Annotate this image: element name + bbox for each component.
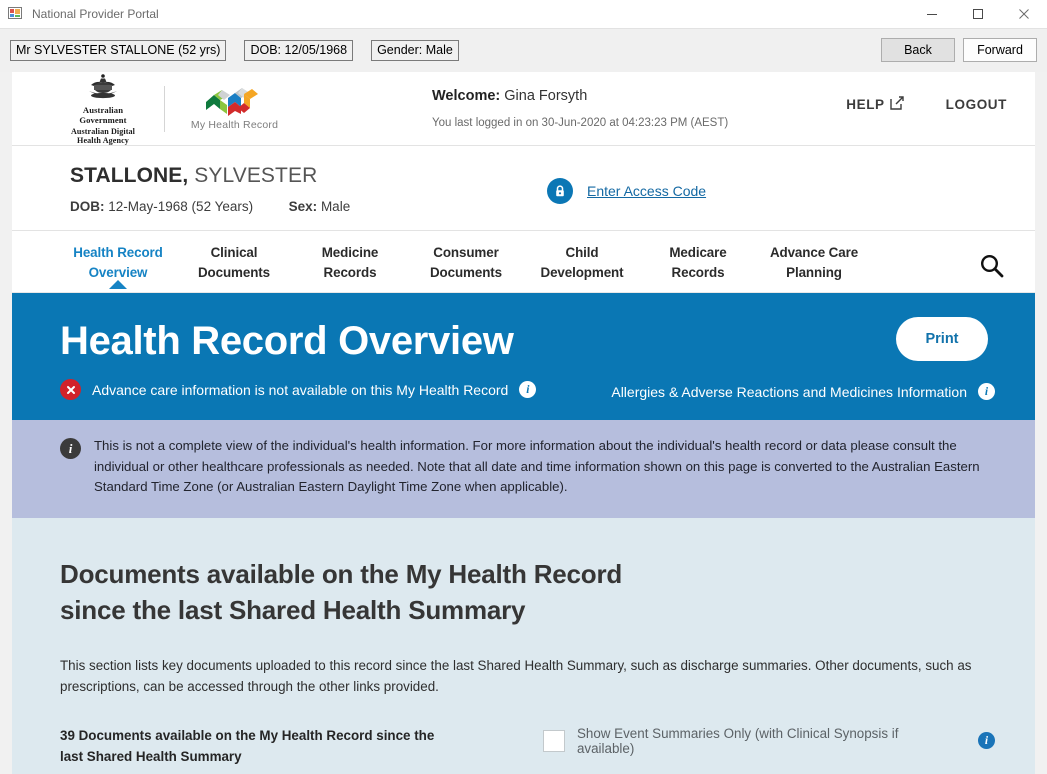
host-nav-buttons: Back Forward [881,38,1037,62]
back-button[interactable]: Back [881,38,955,62]
nav-tab-line1: Child [565,245,599,260]
logout-label: LOGOUT [945,97,1007,112]
minimize-icon[interactable] [909,0,955,28]
patient-sex-label: Sex: [288,199,318,214]
nav-tab-medicine-records[interactable]: Medicine Records [292,231,408,283]
disclaimer-banner: i This is not a complete view of the ind… [12,420,1035,518]
my-health-record-mark-icon [205,88,258,116]
info-icon[interactable]: i [519,381,537,398]
nav-tab-line2: Planning [786,265,842,280]
section-heading-line1: Documents available on the My Health Rec… [60,558,623,589]
forward-button[interactable]: Forward [963,38,1037,62]
main-content: Documents available on the My Health Rec… [12,517,1035,774]
my-health-record-wordmark: My Health Record [190,119,279,131]
nav-tab-line2: Documents [197,265,271,280]
disclaimer-text: This is not a complete view of the indiv… [94,438,980,494]
section-heading-line2: since the last Shared Health Summary [60,594,526,625]
external-link-icon [889,96,904,113]
nav-tab-consumer-documents[interactable]: Consumer Documents [408,231,524,283]
page-title: Health Record Overview [60,319,514,363]
documents-count-line1: 39 Documents available on the My Health … [60,727,435,743]
nav-tab-line2: Records [671,265,725,280]
help-link[interactable]: HELP [846,96,904,113]
page-hero-banner: Health Record Overview Advance care info… [12,293,1035,420]
main-navigation: Health Record Overview Clinical Document… [12,231,1035,293]
window-titlebar: National Provider Portal [0,0,1047,28]
error-cross-icon [60,379,81,400]
nav-tab-line1: Health Record [73,245,163,260]
window-title: National Provider Portal [32,7,159,21]
header-divider [164,85,165,132]
allergies-medicines-text: Allergies & Adverse Reactions and Medici… [611,383,967,400]
patient-family-name: STALLONE, [70,164,189,187]
welcome-line: Welcome: Gina Forsyth [432,88,728,104]
logout-link[interactable]: LOGOUT [946,97,1007,112]
allergies-medicines-note: Allergies & Adverse Reactions and Medici… [611,383,995,400]
show-event-summaries-checkbox[interactable] [542,729,565,752]
section-heading: Documents available on the My Health Rec… [60,556,995,628]
search-icon[interactable] [979,253,1005,284]
documents-count-line2: last Shared Health Summary [60,748,242,764]
access-code-group: Enter Access Code [547,178,706,204]
documents-count-text: 39 Documents available on the My Health … [60,725,483,767]
section-intro-text: This section lists key documents uploade… [60,657,972,694]
nav-tab-advance-care-planning[interactable]: Advance Care Planning [756,231,872,283]
crest-line-2: Australian Digital Health Agency [70,126,136,145]
patient-dob-label: DOB: [70,199,105,214]
nav-tab-child-development[interactable]: Child Development [524,231,640,283]
nav-tab-line2: Records [323,265,377,280]
patient-name: STALLONE, SYLVESTER [70,164,1009,188]
patient-meta: DOB: 12-May-1968 (52 Years) Sex: Male [70,199,1009,214]
nav-tab-line2: Documents [429,265,503,280]
browser-viewport: Australian Government Australian Digital… [0,72,1047,774]
documents-summary-row: 39 Documents available on the My Health … [60,725,995,767]
welcome-label: Welcome: [432,88,501,104]
nav-tab-line2: Development [540,265,624,280]
enter-access-code-link[interactable]: Enter Access Code [587,183,706,199]
info-icon[interactable]: i [978,383,995,400]
info-icon: i [60,438,81,459]
close-icon[interactable] [1001,0,1047,28]
host-toolbar: Mr SYLVESTER STALLONE (52 yrs) DOB: 12/0… [0,28,1047,72]
patient-dob-value: 12-May-1968 (52 Years) [108,199,254,214]
help-label: HELP [846,97,885,112]
maximize-icon[interactable] [955,0,1001,28]
patient-given-name: SYLVESTER [194,164,318,187]
nav-tab-line1: Consumer [433,245,499,260]
australian-government-crest: Australian Government Australian Digital… [60,73,146,145]
coat-of-arms-icon [89,73,117,98]
show-event-summaries-label: Show Event Summaries Only (with Clinical… [576,725,899,756]
info-icon[interactable]: i [978,732,995,749]
advance-care-alert-text: Advance care information is not availabl… [92,381,509,398]
active-tab-caret-icon [109,280,127,289]
patient-identity-band: STALLONE, SYLVESTER DOB: 12-May-1968 (52… [12,146,1035,231]
my-health-record-logo: My Health Record [187,86,282,131]
app-window-icon [8,6,24,22]
nav-tab-line1: Clinical [210,245,258,260]
window-controls [909,0,1047,28]
header-links: HELP LOGOUT [846,96,1007,113]
page-body: Australian Government Australian Digital… [12,72,1035,774]
patient-name-field[interactable]: Mr SYLVESTER STALLONE (52 yrs) [10,40,227,61]
patient-dob-field[interactable]: DOB: 12/05/1968 [244,40,354,61]
nav-tab-line1: Advance Care [769,245,859,260]
print-button[interactable]: Print [896,317,988,361]
nav-tab-line1: Medicine [321,245,379,260]
welcome-user-name: Gina Forsyth [504,88,588,104]
last-login-text: You last logged in on 30-Jun-2020 at 04:… [432,117,729,129]
event-summaries-filter: Show Event Summaries Only (with Clinical… [542,725,995,756]
nav-tab-clinical-documents[interactable]: Clinical Documents [176,231,292,283]
nav-tab-medicare-records[interactable]: Medicare Records [640,231,756,283]
nav-tab-health-record-overview[interactable]: Health Record Overview [60,231,176,289]
crest-line-1: Australian Government [79,104,127,125]
nav-tab-line1: Medicare [669,245,727,260]
patient-sex-value: Male [320,199,351,214]
site-header: Australian Government Australian Digital… [12,72,1035,146]
lock-icon [547,178,573,204]
patient-gender-field[interactable]: Gender: Male [371,40,459,61]
welcome-block: Welcome: Gina Forsyth You last logged in… [432,88,728,129]
